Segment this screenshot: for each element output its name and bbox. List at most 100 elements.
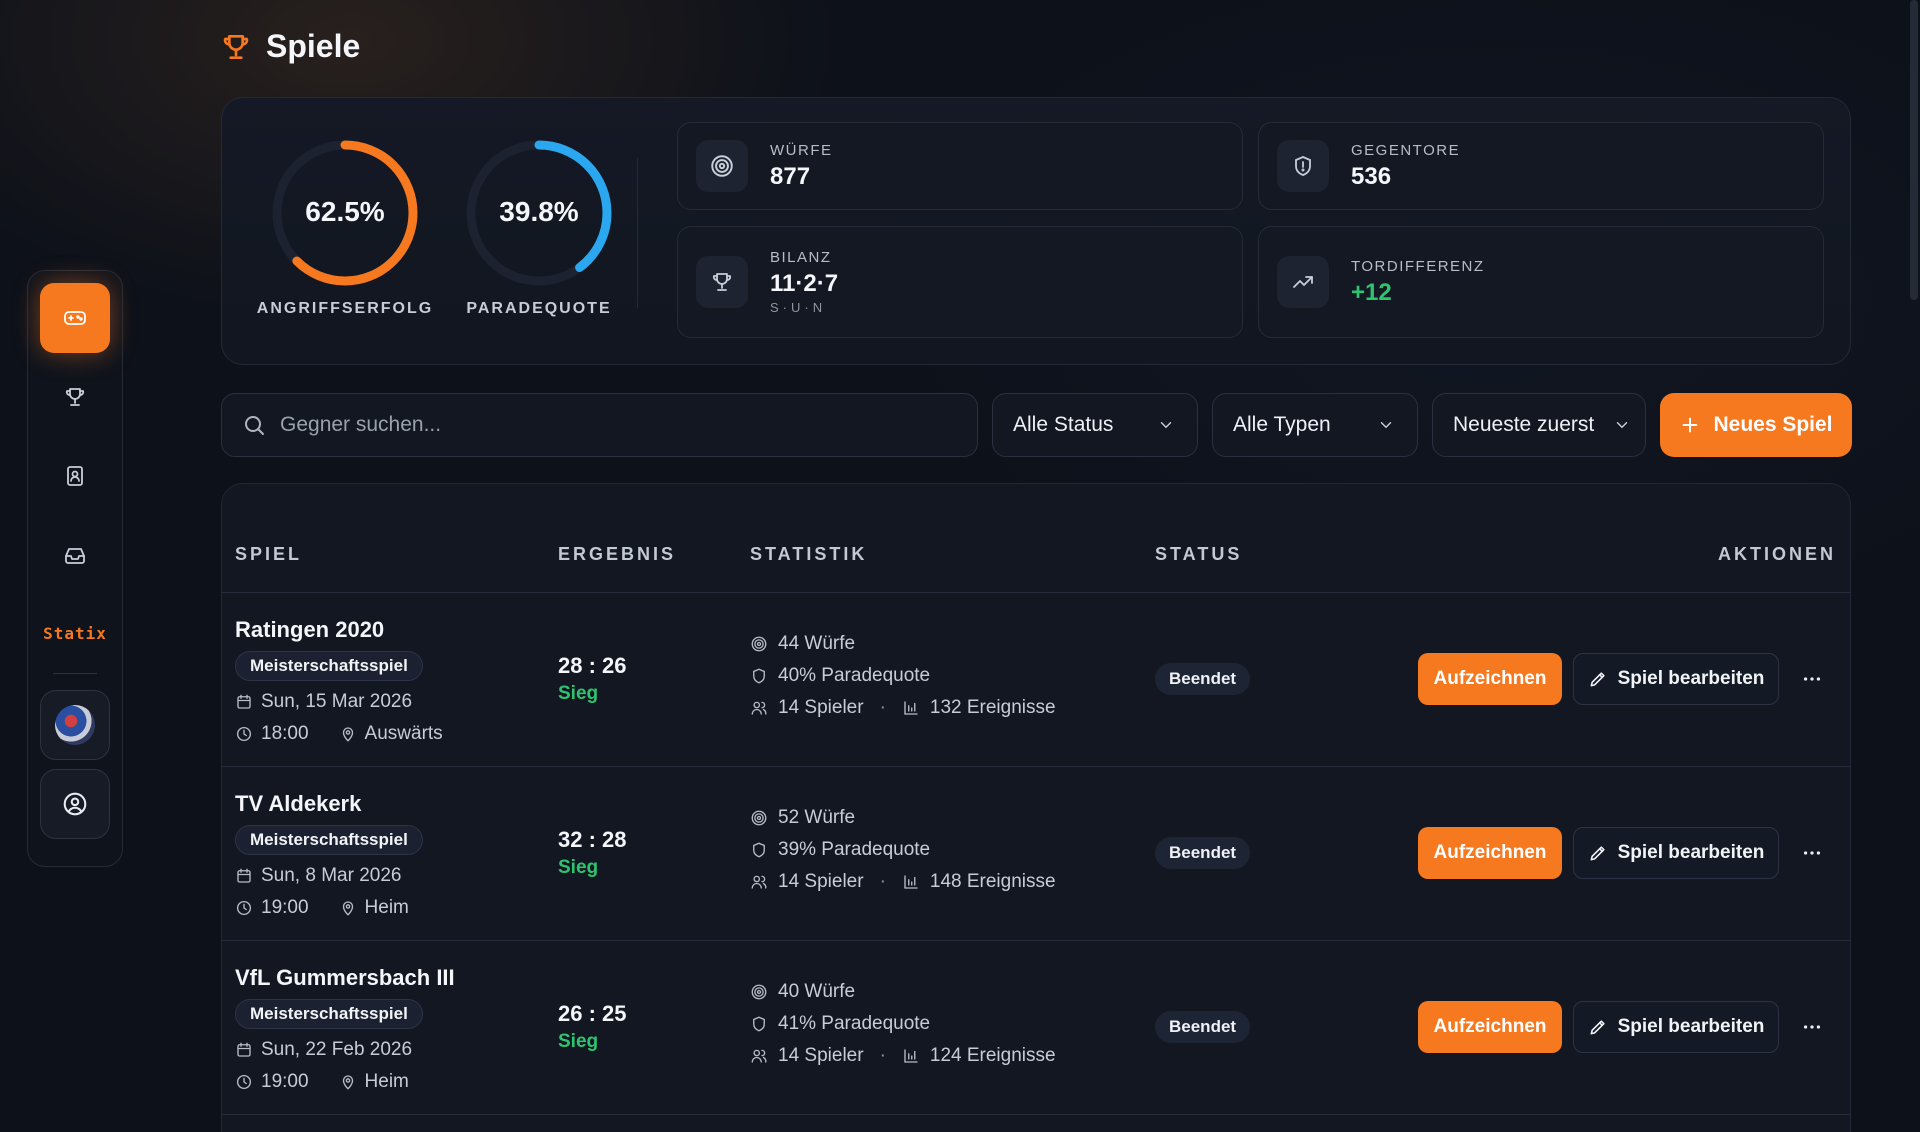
edit-game-button[interactable]: Spiel bearbeiten	[1573, 1001, 1779, 1053]
players-events-stat: 14 Spieler · 132 Ereignisse	[750, 697, 1056, 719]
users-icon	[751, 701, 767, 715]
stat-label: GEGENTORE	[1351, 141, 1461, 159]
time-text: 19:00	[261, 1071, 309, 1092]
page-title: Spiele	[266, 28, 361, 64]
sidebar-item-games[interactable]	[40, 283, 110, 353]
user-circle-icon	[63, 792, 87, 816]
clock-icon	[236, 1074, 252, 1090]
page-scrollbar[interactable]	[1910, 0, 1918, 300]
opponent-name[interactable]: VfL Gummersbach III	[235, 965, 455, 991]
bar-chart-icon	[904, 1049, 918, 1063]
stat-card-record: BILANZ 11·2·7 S·U·N	[677, 226, 1243, 338]
edit-game-button[interactable]: Spiel bearbeiten	[1573, 827, 1779, 879]
record-button[interactable]: Aufzeichnen	[1418, 1001, 1562, 1053]
app-logo[interactable]: Statix	[40, 613, 110, 653]
shots-text: 44 Würfe	[778, 633, 856, 654]
column-header-game[interactable]: SPIEL	[235, 544, 302, 565]
shield-icon	[1277, 140, 1329, 192]
venue-text: Heim	[364, 897, 409, 918]
players-events-stat: 14 Spieler · 148 Ereignisse	[750, 871, 1056, 893]
record-button[interactable]: Aufzeichnen	[1418, 653, 1562, 705]
edit-game-button[interactable]: Spiel bearbeiten	[1573, 653, 1779, 705]
location-pin-icon	[342, 727, 353, 742]
column-header-actions: AKTIONEN	[1718, 544, 1836, 564]
status-filter-dropdown[interactable]: Alle Status	[992, 393, 1198, 457]
stat-value: 536	[1351, 162, 1392, 190]
new-game-button[interactable]: Neues Spiel	[1660, 393, 1852, 457]
more-options-button[interactable]	[1792, 1007, 1832, 1047]
more-horizontal-icon	[1803, 677, 1821, 681]
column-header-status[interactable]: STATUS	[1155, 544, 1242, 565]
stat-sublabel: S·U·N	[770, 300, 827, 315]
events-text: 148 Ereignisse	[929, 871, 1056, 892]
events-text: 124 Ereignisse	[929, 1045, 1056, 1066]
table-row[interactable]: TV Aldekerk Meisterschaftsspiel Sun, 8 M…	[222, 767, 1850, 941]
search-field[interactable]	[221, 393, 978, 457]
events-text: 132 Ereignisse	[929, 697, 1056, 718]
more-options-button[interactable]	[1792, 659, 1832, 699]
shots-text: 40 Würfe	[778, 981, 856, 1002]
score: 26 : 25	[558, 1001, 627, 1026]
status-badge: Beendet	[1155, 1011, 1251, 1043]
opponent-name[interactable]: Ratingen 2020	[235, 617, 384, 643]
stat-card-goals-against: GEGENTORE 536	[1258, 122, 1824, 210]
calendar-icon	[237, 1042, 251, 1057]
edit-game-label: Spiel bearbeiten	[1617, 1016, 1765, 1037]
more-options-button[interactable]	[1792, 833, 1832, 873]
save-rate-ring: 39.8% PARADEQUOTE	[444, 138, 634, 318]
profile-button[interactable]	[40, 769, 110, 839]
venue-text: Auswärts	[364, 723, 443, 744]
save-rate-text: 39% Paradequote	[778, 839, 931, 860]
search-input[interactable]	[280, 413, 880, 437]
result-label: Sieg	[558, 857, 599, 878]
bar-chart-icon	[904, 701, 918, 715]
save-rate-stat: 39% Paradequote	[750, 839, 930, 861]
sidebar-item-trophies[interactable]	[40, 362, 110, 432]
bar-chart-icon	[904, 875, 918, 889]
time-text: 19:00	[261, 897, 309, 918]
page-header: Spiele	[220, 28, 360, 65]
users-icon	[751, 875, 767, 889]
users-icon	[751, 1049, 767, 1063]
column-header-stats[interactable]: STATISTIK	[750, 544, 867, 565]
new-game-label: Neues Spiel	[1713, 413, 1833, 436]
sidebar-item-inbox[interactable]	[40, 520, 110, 590]
sidebar-item-contacts[interactable]	[40, 441, 110, 511]
target-icon	[751, 636, 767, 652]
clock-icon	[236, 726, 252, 742]
sort-dropdown[interactable]: Neueste zuerst	[1432, 393, 1646, 457]
table-row[interactable]: Ratingen 2020 Meisterschaftsspiel Sun, 1…	[222, 593, 1850, 767]
separator-dot: ·	[879, 1045, 886, 1066]
pencil-icon	[1590, 1020, 1605, 1035]
type-filter-dropdown[interactable]: Alle Typen	[1212, 393, 1418, 457]
shield-icon	[753, 842, 765, 858]
sidebar: Statix	[27, 270, 123, 867]
table-row[interactable]: VfL Gummersbach III Meisterschaftsspiel …	[222, 941, 1850, 1115]
date-text: Sun, 15 Mar 2026	[261, 691, 413, 712]
team-avatar	[55, 705, 95, 745]
game-date: Sun, 22 Feb 2026	[235, 1039, 412, 1061]
stat-label: WÜRFE	[770, 141, 833, 159]
game-date: Sun, 15 Mar 2026	[235, 691, 412, 713]
game-type-badge: Meisterschaftsspiel	[235, 999, 423, 1029]
search-icon	[245, 416, 264, 435]
stat-label: BILANZ	[770, 249, 832, 266]
team-switcher[interactable]	[40, 690, 110, 760]
venue-text: Heim	[364, 1071, 409, 1092]
score: 28 : 26	[558, 653, 627, 678]
clock-icon	[236, 900, 252, 916]
pencil-icon	[1590, 672, 1605, 687]
games-table: SPIEL ERGEBNIS STATISTIK STATUS AKTIONEN…	[221, 483, 1851, 1132]
target-icon	[751, 984, 767, 1000]
calendar-icon	[237, 868, 251, 883]
pencil-icon	[1590, 846, 1605, 861]
separator-dot: ·	[879, 871, 886, 892]
record-button[interactable]: Aufzeichnen	[1418, 827, 1562, 879]
save-rate-text: 40% Paradequote	[778, 665, 931, 686]
column-header-result[interactable]: ERGEBNIS	[558, 544, 676, 565]
stats-summary: 62.5% ANGRIFFSERFOLG 39.8% PARADEQUOTE W…	[221, 97, 1851, 365]
shots-stat: 44 Würfe	[750, 633, 855, 655]
trophy-icon	[223, 34, 249, 59]
players-text: 14 Spieler	[778, 1045, 864, 1066]
opponent-name[interactable]: TV Aldekerk	[235, 791, 361, 817]
